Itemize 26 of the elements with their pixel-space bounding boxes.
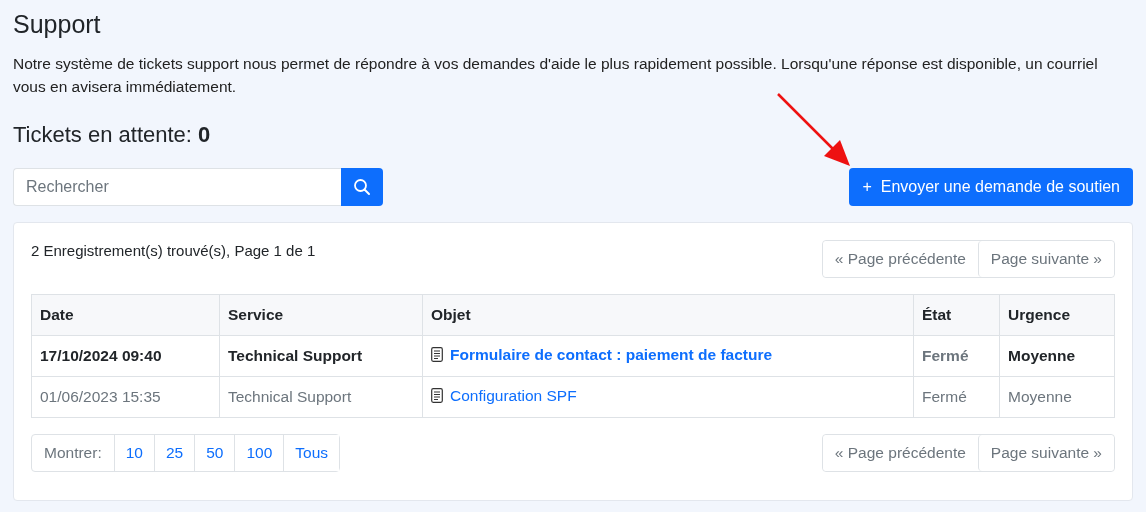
document-icon <box>431 347 443 363</box>
search-button[interactable] <box>341 168 383 206</box>
search-icon <box>353 178 371 196</box>
column-header: Urgence <box>999 294 1115 336</box>
column-header: Objet <box>422 294 914 336</box>
table-cell: Moyenne <box>999 335 1115 377</box>
column-header: État <box>913 294 1000 336</box>
show-label: Montrer: <box>32 435 115 471</box>
results-count: 2 Enregistrement(s) trouvé(s), Page 1 de 1 <box>31 242 316 259</box>
ticket-link[interactable]: Configuration SPF <box>450 386 577 405</box>
pending-tickets-heading: Tickets en attente: 0 <box>13 121 212 149</box>
document-icon <box>431 388 443 404</box>
description-text: Notre système de tickets support nous permet de répondre à vos demandes d'aide le plus rapidement possible. Lorsqu'une réponse est disponible, un courriel vous en avisera immédiatement. <box>13 54 1099 97</box>
table-cell: Fermé <box>913 376 1000 418</box>
table-cell: Moyenne <box>999 376 1115 418</box>
table-cell: Technical Support <box>219 335 423 377</box>
search-field[interactable]: Rechercher <box>13 168 341 206</box>
table-cell: Technical Support <box>219 376 423 418</box>
table-cell: Fermé <box>913 335 1000 377</box>
column-header: Service <box>219 294 423 336</box>
table-cell: 01/06/2023 15:35 <box>31 376 220 418</box>
column-header: Date <box>31 294 220 336</box>
send-request-button[interactable]: + Envoyer une demande de soutien <box>849 168 1133 206</box>
page-title: Support <box>13 9 102 40</box>
page-size-option[interactable]: Tous <box>283 435 340 471</box>
table-cell: 17/10/2024 09:40 <box>31 335 220 377</box>
